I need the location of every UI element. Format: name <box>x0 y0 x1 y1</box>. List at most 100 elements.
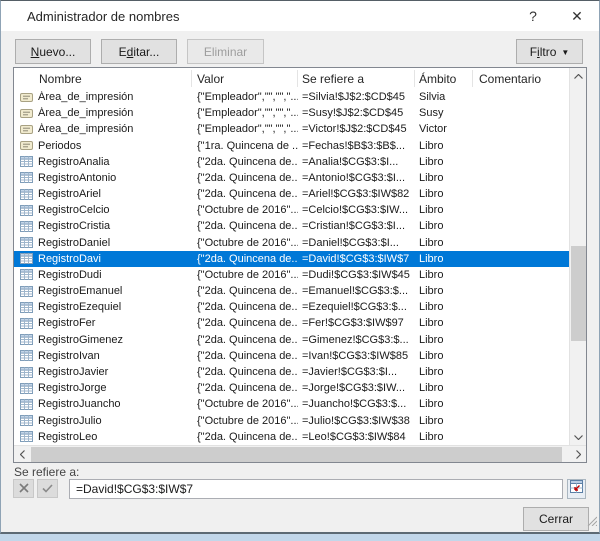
table-row[interactable]: RegistroAriel {"2da. Quincena de... =Ariel… <box>14 186 569 202</box>
value-cell: {"2da. Quincena de... <box>197 366 298 378</box>
name-text: RegistroLeo <box>38 430 98 443</box>
table-row[interactable]: RegistroLeo {"2da. Quincena de... =Leo!$CG… <box>14 429 569 445</box>
table-row[interactable]: RegistroDudi {"Octubre de 2016"... =Dudi!$… <box>14 267 569 283</box>
delete-button: Eliminar <box>187 39 264 64</box>
name-cell: RegistroJulio <box>14 415 192 427</box>
help-icon: ? <box>529 8 537 24</box>
table-row[interactable]: RegistroCristia {"2da. Quincena de... =Cri… <box>14 218 569 234</box>
scroll-up-icon[interactable] <box>570 68 587 84</box>
close-dialog-button[interactable]: Cerrar <box>523 507 589 531</box>
table-row[interactable]: RegistroGimenez {"2da. Quincena de... =Gim… <box>14 332 569 348</box>
table-icon <box>20 366 34 378</box>
table-row[interactable]: RegistroEmanuel {"2da. Quincena de... =Ema… <box>14 283 569 299</box>
scope-cell: Libro <box>419 333 444 346</box>
name-text: Área_de_impresión <box>38 91 134 104</box>
name-text: RegistroJavier <box>38 366 109 378</box>
table-row[interactable]: RegistroDavi {"2da. Quincena de... =David!… <box>14 250 569 267</box>
table-row[interactable]: RegistroCelcio {"Octubre de 2016"... =Celc… <box>14 202 569 218</box>
resize-grip-icon[interactable] <box>585 513 598 531</box>
name-cell: RegistroIvan <box>14 350 192 362</box>
collapse-dialog-button[interactable] <box>567 479 586 499</box>
table-row[interactable]: Periodos {"1ra. Quincena de ... =Fechas!$B… <box>14 138 569 154</box>
name-text: RegistroEmanuel <box>38 285 123 298</box>
refers-cell: =Javier!$CG$3:$I... <box>302 366 398 378</box>
scope-cell: Libro <box>419 414 444 427</box>
value-cell: {"2da. Quincena de... <box>197 188 298 201</box>
table-row[interactable]: Área_de_impresión {"Empleador","","","...… <box>14 105 569 121</box>
column-header[interactable]: Se refiere a <box>298 70 415 87</box>
name-text: RegistroDudi <box>38 268 102 281</box>
table-row[interactable]: RegistroJorge {"2da. Quincena de... =Jorge… <box>14 380 569 396</box>
name-cell: Área_de_impresión <box>14 123 192 135</box>
scope-cell: Libro <box>419 220 444 233</box>
scroll-left-icon[interactable] <box>14 446 30 463</box>
name-text: RegistroIvan <box>38 349 100 362</box>
value-cell: {"Octubre de 2016"... <box>197 398 298 411</box>
scroll-down-icon[interactable] <box>570 429 587 445</box>
table-row[interactable]: RegistroFer {"2da. Quincena de... =Fer!$CG… <box>14 315 569 331</box>
filter-button[interactable]: Fi ltro ▼ <box>516 39 583 64</box>
vertical-scroll-thumb[interactable] <box>571 246 586 341</box>
scroll-right-icon[interactable] <box>570 446 586 463</box>
table-row[interactable]: RegistroAnalia {"2da. Quincena de... =Anal… <box>14 154 569 170</box>
horizontal-scrollbar[interactable] <box>14 445 586 462</box>
refers-cell: =Analia!$CG$3:$I... <box>302 155 399 168</box>
table-row[interactable]: RegistroJuancho {"Octubre de 2016"... =Jua… <box>14 396 569 412</box>
table-row[interactable]: RegistroJulio {"Octubre de 2016"... =Julio… <box>14 412 569 428</box>
refers-to-input[interactable] <box>69 479 563 499</box>
value-cell: {"2da. Quincena de... <box>197 317 298 330</box>
column-header[interactable]: Ámbito <box>415 70 473 87</box>
table-row[interactable]: Área_de_impresión {"Empleador","","","...… <box>14 121 569 137</box>
value-cell: {"Empleador","","","... <box>197 107 298 120</box>
close-window-button[interactable]: ✕ <box>555 1 599 31</box>
value-cell: {"Octubre de 2016"... <box>197 236 298 249</box>
name-cell: RegistroCelcio <box>14 204 192 216</box>
name-cell: RegistroDaniel <box>14 237 192 249</box>
help-button[interactable]: ? <box>511 1 555 31</box>
table-header: Nombre Valor Se refiere a Ámbito Comentario <box>14 68 569 89</box>
vertical-scrollbar[interactable] <box>569 68 586 445</box>
column-header[interactable]: Valor <box>192 70 298 87</box>
refers-cell: =Cristian!$CG$3:$I... <box>302 220 406 233</box>
scope-cell: Libro <box>419 382 444 395</box>
name-cell: RegistroAntonio <box>14 172 192 184</box>
value-cell: {"2da. Quincena de... <box>197 382 298 395</box>
dialog-title: Administrador de nombres <box>27 8 180 24</box>
table-row[interactable]: RegistroAntonio {"2da. Quincena de... =Ant… <box>14 170 569 186</box>
name-text: RegistroGimenez <box>38 333 123 346</box>
edit-button[interactable]: Ed itar... <box>101 39 177 64</box>
accept-formula-button <box>37 479 58 498</box>
collapse-dialog-icon <box>570 480 583 498</box>
new-button[interactable]: Nuevo... <box>15 39 91 64</box>
refers-cell: =Susy!$J$2:$CD$45 <box>302 107 404 120</box>
name-cell: RegistroAnalia <box>14 156 192 168</box>
column-header[interactable]: Comentario <box>473 70 569 87</box>
column-header[interactable]: Nombre <box>14 70 192 87</box>
value-cell: {"Empleador","","","... <box>197 123 298 136</box>
name-cell: Área_de_impresión <box>14 91 192 103</box>
scope-cell: Libro <box>419 430 444 443</box>
value-cell: {"2da. Quincena de... <box>197 155 298 168</box>
table-row[interactable]: RegistroEzequiel {"2da. Quincena de... =Ez… <box>14 299 569 315</box>
value-cell: {"Octubre de 2016"... <box>197 268 298 281</box>
name-cell: RegistroAriel <box>14 188 192 200</box>
table-row[interactable]: RegistroIvan {"2da. Quincena de... =Ivan!$… <box>14 348 569 364</box>
check-icon <box>42 480 53 498</box>
refers-to-label: Se refiere a: <box>14 465 80 479</box>
value-cell: {"2da. Quincena de... <box>197 171 298 184</box>
table-row[interactable]: RegistroJavier {"2da. Quincena de... =Javi… <box>14 364 569 380</box>
scope-cell: Libro <box>419 349 444 362</box>
scope-cell: Silvia <box>419 91 446 104</box>
table-row[interactable]: RegistroDaniel {"Octubre de 2016"... =Dani… <box>14 235 569 251</box>
refers-cell: =Celcio!$CG$3:$IW... <box>302 204 409 217</box>
scope-cell: Libro <box>419 252 444 265</box>
title-bar: Administrador de nombres ? ✕ <box>1 1 599 31</box>
name-cell: RegistroLeo <box>14 431 192 443</box>
cancel-x-icon <box>18 480 29 498</box>
refers-cell: =Victor!$J$2:$CD$45 <box>302 123 407 136</box>
table-row[interactable]: Área_de_impresión {"Empleador","","","...… <box>14 89 569 105</box>
refers-cell: =David!$CG$3:$IW$7 <box>302 252 410 265</box>
scope-cell: Libro <box>419 398 444 411</box>
horizontal-scroll-thumb[interactable] <box>31 447 562 462</box>
value-cell: {"2da. Quincena de... <box>197 349 298 362</box>
